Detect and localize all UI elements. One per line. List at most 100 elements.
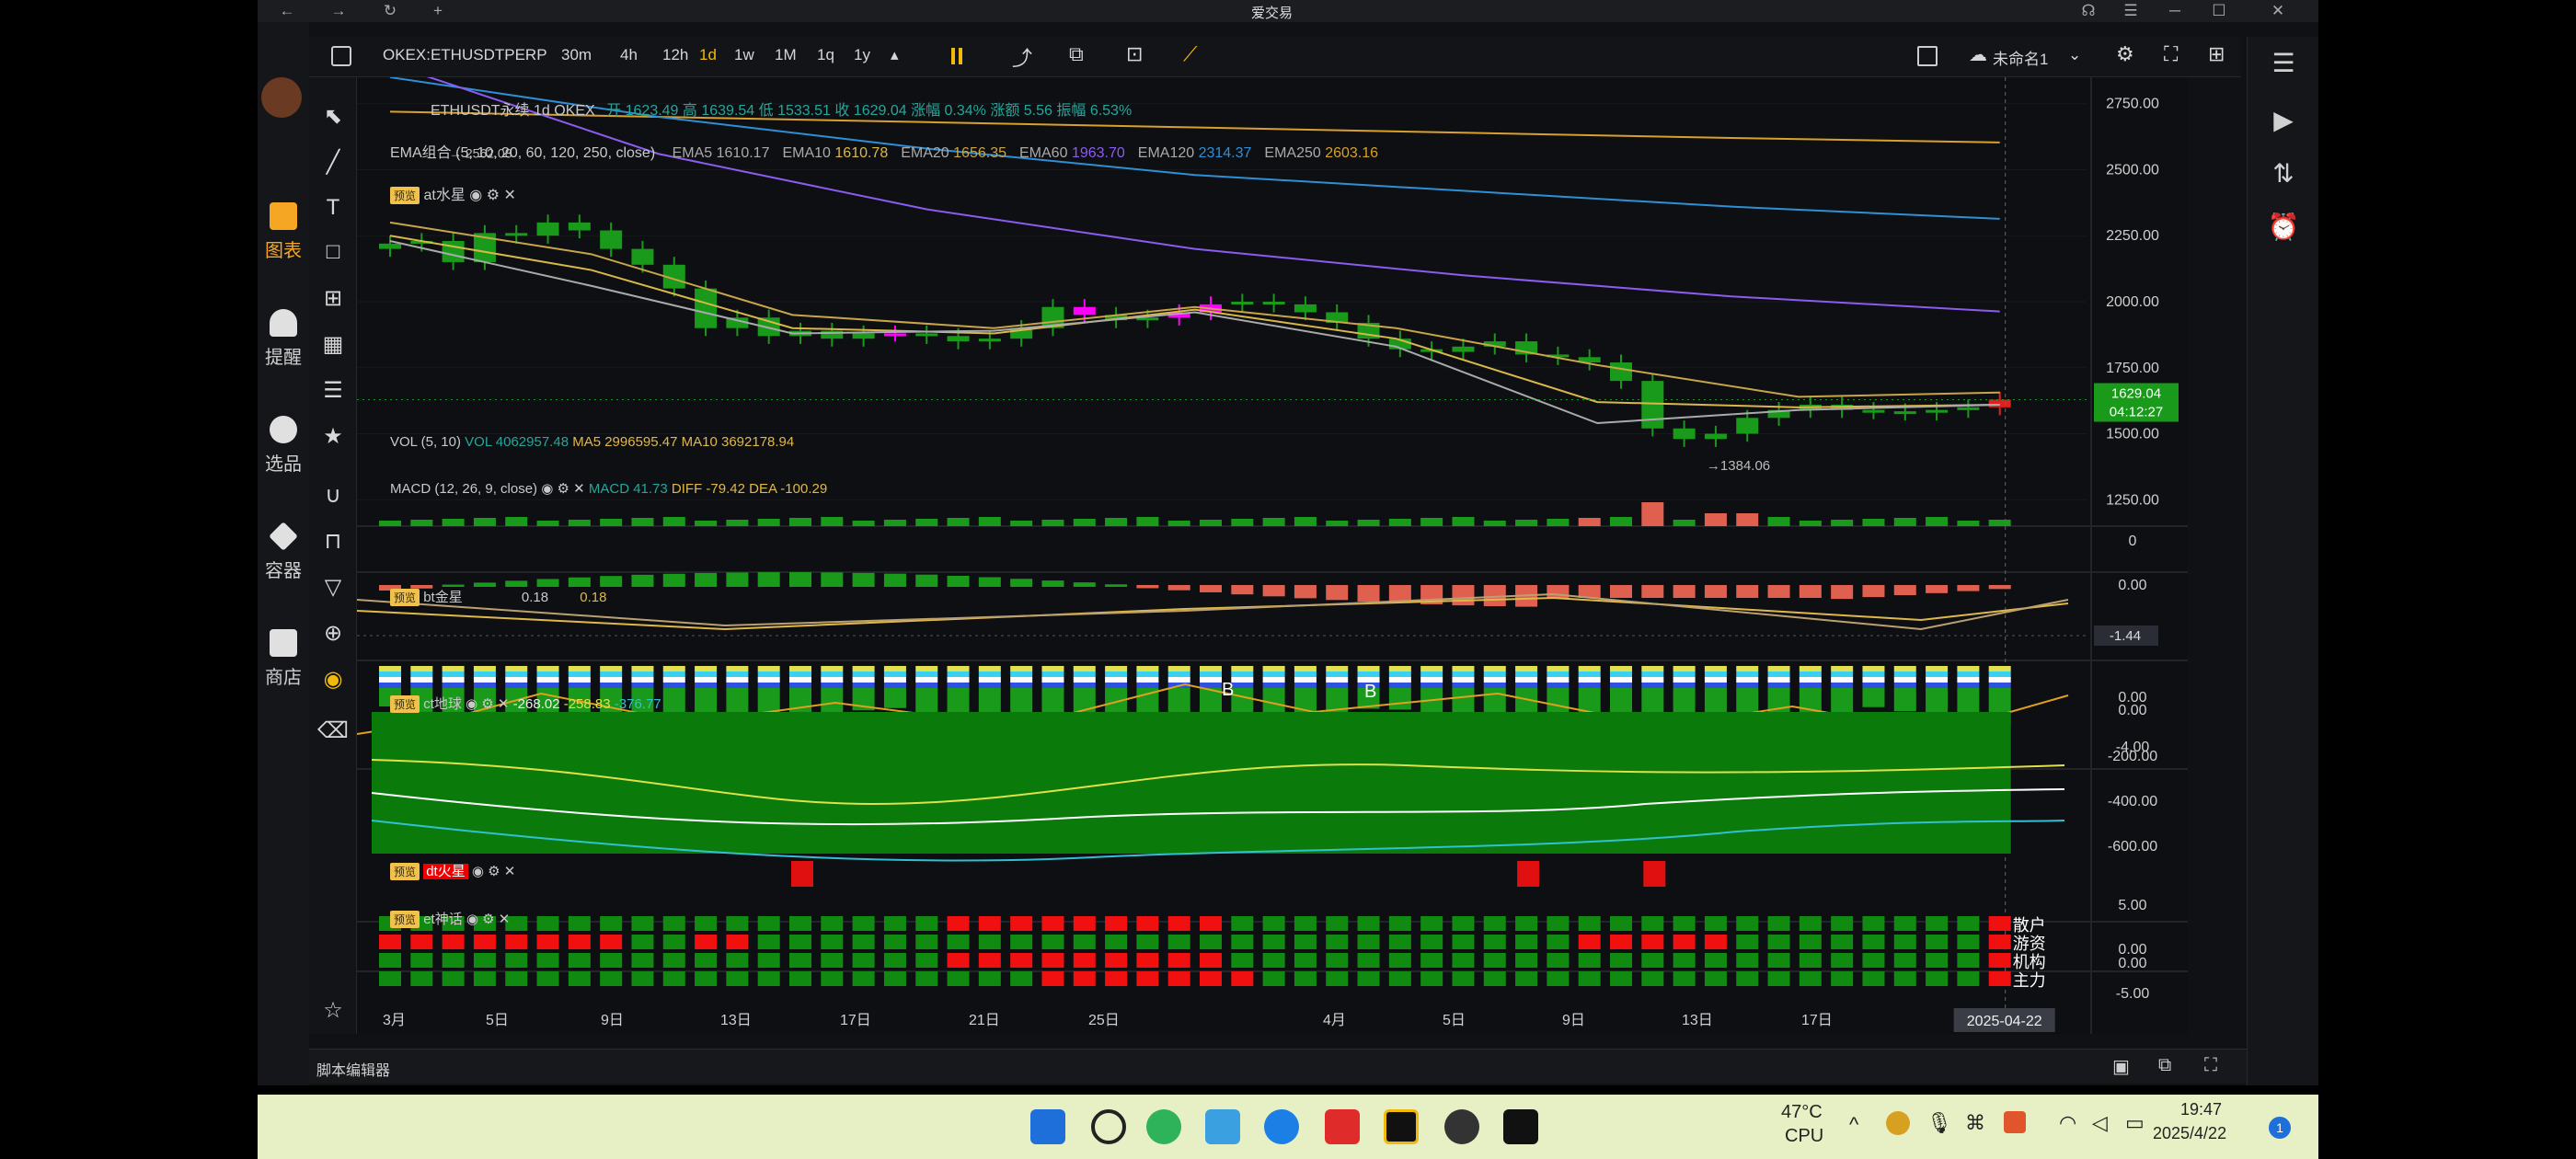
candle-type-icon[interactable] — [951, 48, 955, 64]
favorite-star-icon[interactable]: ☆ — [309, 992, 357, 1028]
timeframe-more-icon[interactable]: ▴ — [887, 46, 903, 64]
timeframe-1d[interactable]: 1d — [696, 46, 720, 64]
chevron-down-icon[interactable]: ⌄ — [2064, 46, 2085, 64]
sidebar-item-alerts[interactable]: 提醒 — [258, 309, 309, 369]
cursor-icon[interactable]: ⬉ — [309, 98, 357, 134]
maximize-button[interactable]: ☐ — [2201, 0, 2237, 22]
wps-tray-icon[interactable] — [2004, 1111, 2026, 1133]
strategy-icon[interactable]: ⟋ — [1179, 42, 1201, 66]
trendline-icon[interactable]: ╱ — [309, 143, 357, 180]
sidebar-item-chart[interactable]: 图表 — [258, 202, 309, 262]
start-icon[interactable] — [1030, 1109, 1065, 1144]
settings-icon[interactable]: ⚙ — [488, 864, 500, 879]
wps-icon[interactable] — [1325, 1109, 1360, 1144]
settings-icon[interactable]: ⚙ — [558, 481, 569, 497]
close-icon[interactable]: ✕ — [499, 912, 511, 927]
sidebar-item-store[interactable]: 商店 — [258, 629, 309, 689]
text-tool-icon[interactable]: T — [309, 189, 357, 226]
vol-bar — [1010, 521, 1033, 526]
eye-icon[interactable]: ◉ — [309, 660, 357, 697]
settings-icon[interactable]: ⚙ — [482, 912, 494, 927]
timeframe-4h[interactable]: 4h — [616, 46, 641, 64]
volume-icon[interactable]: ◁ — [2092, 1111, 2108, 1135]
trade-icon[interactable]: ⇅ — [2248, 147, 2318, 199]
timeframe-30m[interactable]: 30m — [558, 46, 595, 64]
fib-icon[interactable]: ⊞ — [309, 280, 357, 316]
notification-badge[interactable]: 1 — [2269, 1117, 2291, 1139]
settings-icon[interactable]: ⚙ — [2112, 42, 2138, 66]
close-icon[interactable]: ✕ — [504, 864, 516, 879]
avatar[interactable] — [261, 77, 302, 118]
clock-time[interactable]: 19:47 — [2180, 1100, 2222, 1119]
timeframe-1M[interactable]: 1M — [771, 46, 800, 64]
star-icon[interactable]: ★ — [309, 418, 357, 454]
eye-icon[interactable]: ◉ — [466, 912, 478, 927]
eye-icon[interactable]: ◉ — [472, 864, 484, 879]
battery-icon[interactable]: ▭ — [2125, 1111, 2145, 1135]
layout-icon[interactable] — [1917, 46, 1938, 66]
search-icon[interactable] — [1091, 1109, 1126, 1144]
edge-icon[interactable] — [1146, 1109, 1181, 1144]
menu-icon[interactable]: ☰ — [2112, 0, 2149, 22]
close-icon[interactable]: ✕ — [498, 696, 510, 712]
script-editor-label[interactable]: 脚本编辑器 — [316, 1058, 390, 1080]
forward-button[interactable]: → — [320, 0, 357, 22]
timeframe-12h[interactable]: 12h — [659, 46, 692, 64]
timeframe-1w[interactable]: 1w — [730, 46, 758, 64]
close-button[interactable]: ✕ — [2260, 0, 2296, 22]
panel-icon[interactable]: ▣ — [2112, 1055, 2130, 1078]
back-button[interactable]: ← — [269, 0, 305, 22]
sidebar-item-screener[interactable]: 选品 — [258, 416, 309, 476]
alarm-icon[interactable]: ⏰ — [2248, 201, 2318, 252]
tiktok-icon[interactable] — [1503, 1109, 1538, 1144]
symbol-selector[interactable]: OKEX:ETHUSDTPERP — [379, 46, 551, 64]
cloud-icon[interactable]: ☁ — [1965, 43, 1991, 66]
browser-icon[interactable] — [1264, 1109, 1299, 1144]
macd-bar — [1578, 585, 1601, 598]
chart-canvas[interactable]: 2750.00 2500.00 2250.00 2000.00 1750.00 1500.… — [357, 77, 2188, 1034]
clock-date[interactable]: 2025/4/22 — [2153, 1124, 2226, 1143]
watchlist-icon[interactable]: ☰ — [2248, 37, 2318, 88]
sidebar-toggle-icon[interactable] — [331, 46, 351, 66]
minimize-button[interactable]: ─ — [2156, 0, 2193, 22]
close-icon[interactable]: ✕ — [504, 188, 516, 203]
trading-app-icon[interactable] — [1384, 1109, 1419, 1144]
eye-icon[interactable]: ◉ — [469, 188, 482, 203]
settings-icon[interactable]: ⚙ — [487, 188, 500, 203]
mic-icon[interactable]: 🎙 — [1926, 1111, 1952, 1135]
new-tab-button[interactable]: + — [420, 0, 456, 22]
eye-icon[interactable]: ◉ — [541, 481, 553, 497]
wifi-icon[interactable]: ◠ — [2059, 1111, 2076, 1135]
reload-button[interactable]: ↻ — [372, 0, 408, 22]
chart-area[interactable]: 2750.00 2500.00 2250.00 2000.00 1750.00 1500.… — [357, 77, 2188, 1034]
camera-icon[interactable]: ⊞ — [2204, 42, 2228, 66]
maximize-panel-icon[interactable]: ⛶ — [2204, 1055, 2217, 1076]
settings-icon[interactable]: ⚙ — [481, 696, 493, 712]
sidebar-item-container[interactable]: 容器 — [258, 522, 309, 582]
rectangle-icon[interactable]: □ — [309, 234, 357, 270]
headset-icon[interactable]: ☊ — [2070, 0, 2107, 22]
target-icon[interactable]: ⊕ — [309, 614, 357, 651]
indicators-icon[interactable]: ⧉ — [1065, 42, 1087, 66]
store-app-icon[interactable] — [1205, 1109, 1240, 1144]
lines-icon[interactable]: ☰ — [309, 372, 357, 408]
play-icon[interactable]: ▶ — [2248, 94, 2318, 145]
tray-app-icon[interactable] — [1886, 1111, 1910, 1135]
popout-icon[interactable]: ⧉ — [2158, 1055, 2171, 1076]
eye-icon[interactable]: ◉ — [466, 696, 477, 712]
eraser-icon[interactable]: ⌫ — [309, 712, 357, 749]
chevron-up-icon[interactable]: ^ — [1849, 1113, 1858, 1137]
input-icon[interactable]: ⌘ — [1965, 1111, 1985, 1135]
compare-icon[interactable]: ⤴ — [1008, 42, 1036, 72]
filter-icon[interactable]: ▽ — [309, 568, 357, 605]
lock-icon[interactable]: ⊓ — [309, 522, 357, 559]
magnet-icon[interactable]: ∪ — [309, 476, 357, 513]
grid-icon[interactable]: ▦ — [309, 326, 357, 362]
fullscreen-icon[interactable]: ⛶ — [2160, 42, 2181, 66]
layout-name[interactable]: 未命名1 — [1989, 46, 2052, 69]
replay-icon[interactable]: ⊡ — [1122, 42, 1146, 66]
app-icon[interactable] — [1444, 1109, 1479, 1144]
close-icon[interactable]: ✕ — [573, 481, 585, 497]
timeframe-1q[interactable]: 1q — [813, 46, 838, 64]
timeframe-1y[interactable]: 1y — [850, 46, 874, 64]
